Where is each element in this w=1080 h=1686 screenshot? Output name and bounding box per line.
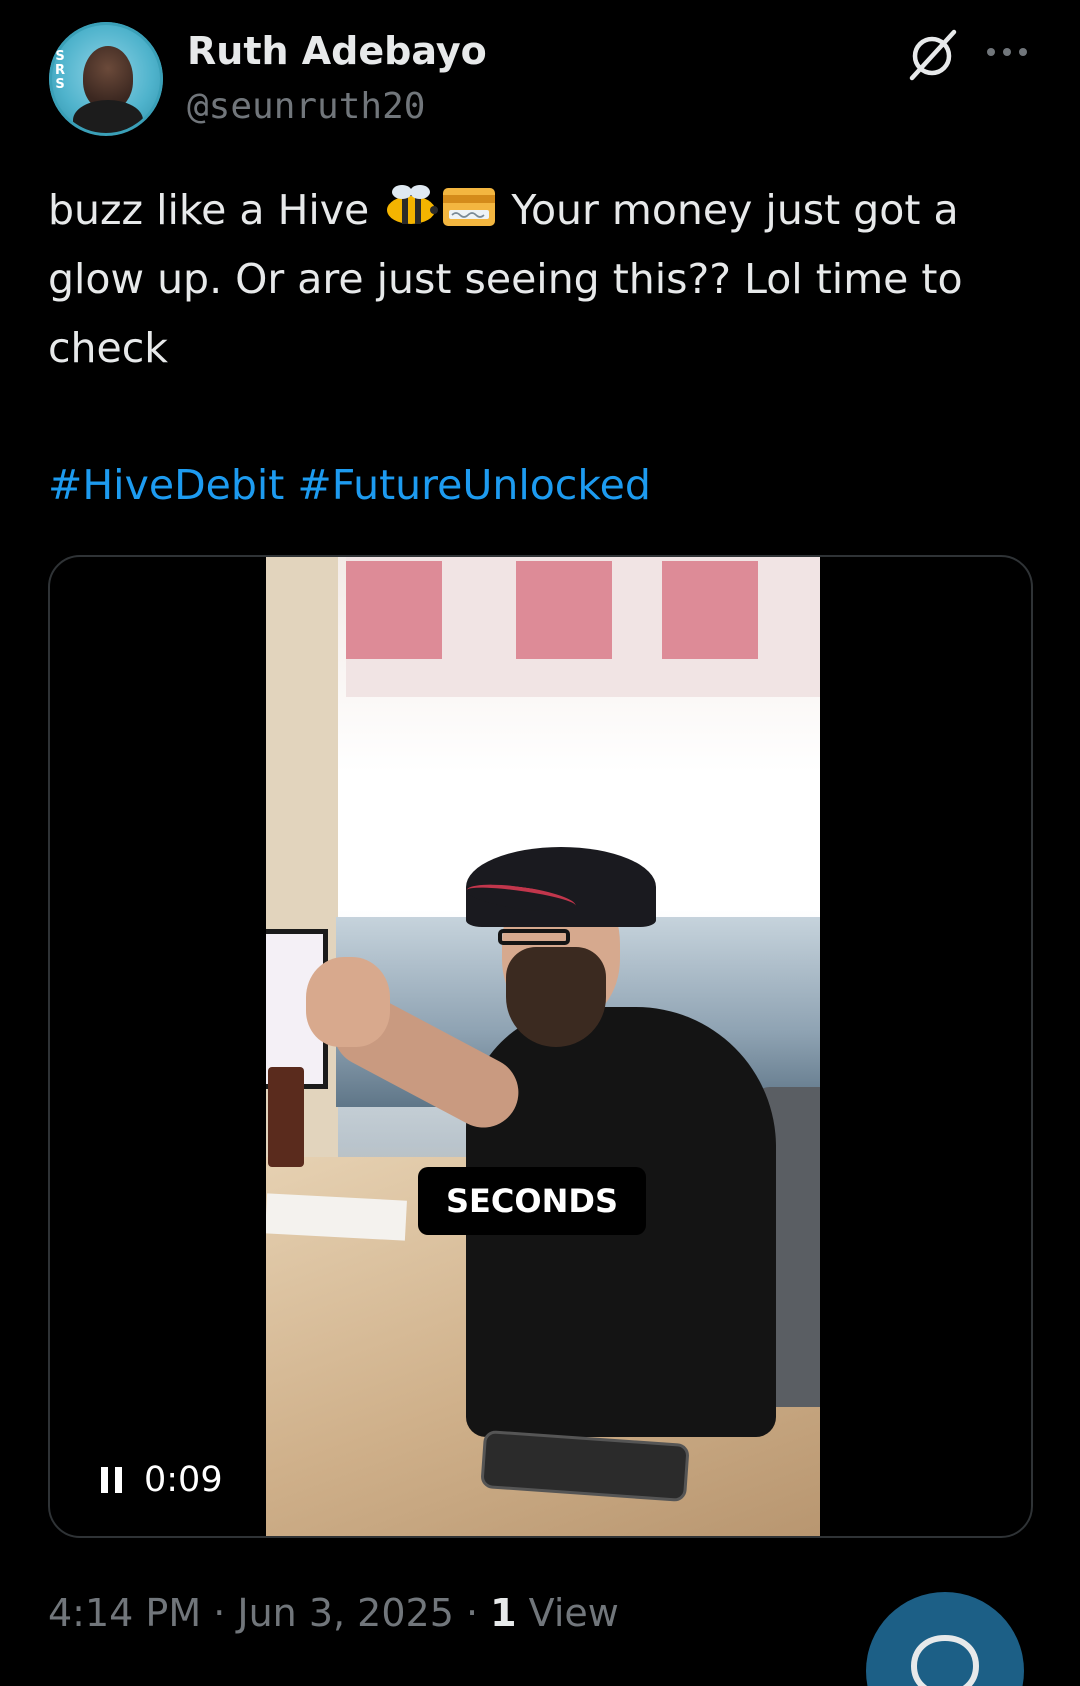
views-label: View <box>516 1591 619 1635</box>
tweet-text: buzz like a Hive Your money just got a g… <box>48 176 1038 383</box>
video-caption: SECONDS <box>418 1167 646 1235</box>
author-display-name[interactable]: Ruth Adebayo <box>187 26 487 76</box>
tweet: S R S Ruth Adebayo @seunruth20 buzz like… <box>0 0 1080 1686</box>
video-player[interactable]: SECONDS 0:09 <box>48 555 1033 1538</box>
avatar-badge: S R S <box>52 50 68 92</box>
hashtags: #HiveDebit #FutureUnlocked <box>48 453 1038 518</box>
hashtag-link[interactable]: #HiveDebit <box>48 461 284 509</box>
compose-icon <box>910 1634 980 1686</box>
credit-card-emoji-icon <box>443 188 496 226</box>
avatar-badge-letter: S <box>55 77 65 92</box>
video-frame: SECONDS <box>266 557 820 1536</box>
meta-separator: · <box>453 1591 491 1635</box>
video-scene <box>266 1193 407 1241</box>
views-count: 1 <box>490 1591 517 1635</box>
post-date[interactable]: Jun 3, 2025 <box>237 1591 454 1635</box>
avatar-badge-letter: R <box>54 63 65 78</box>
tweet-meta: 4:14 PM · Jun 3, 2025 · 1 View <box>48 1586 619 1640</box>
video-scene <box>506 947 606 1047</box>
video-scene <box>346 561 442 659</box>
video-scene <box>516 561 612 659</box>
grok-slash-icon[interactable] <box>904 26 960 82</box>
video-elapsed-time: 0:09 <box>144 1460 223 1500</box>
video-scene <box>662 561 758 659</box>
video-scene <box>306 957 390 1047</box>
hashtag-link[interactable]: #FutureUnlocked <box>297 461 650 509</box>
post-time[interactable]: 4:14 PM <box>48 1591 201 1635</box>
more-horizontal-icon[interactable] <box>984 34 1030 70</box>
author-avatar[interactable]: S R S <box>49 22 163 136</box>
tweet-text-part: buzz like a Hive <box>48 186 383 234</box>
honeybee-emoji-icon <box>387 185 439 224</box>
video-scene <box>346 557 820 697</box>
pause-icon[interactable] <box>98 1465 126 1495</box>
avatar-badge-letter: S <box>55 49 65 64</box>
author-handle[interactable]: @seunruth20 <box>187 84 425 130</box>
compose-button[interactable] <box>866 1592 1024 1686</box>
video-scene <box>268 1067 304 1167</box>
video-scene <box>498 929 570 945</box>
meta-separator: · <box>201 1591 238 1635</box>
